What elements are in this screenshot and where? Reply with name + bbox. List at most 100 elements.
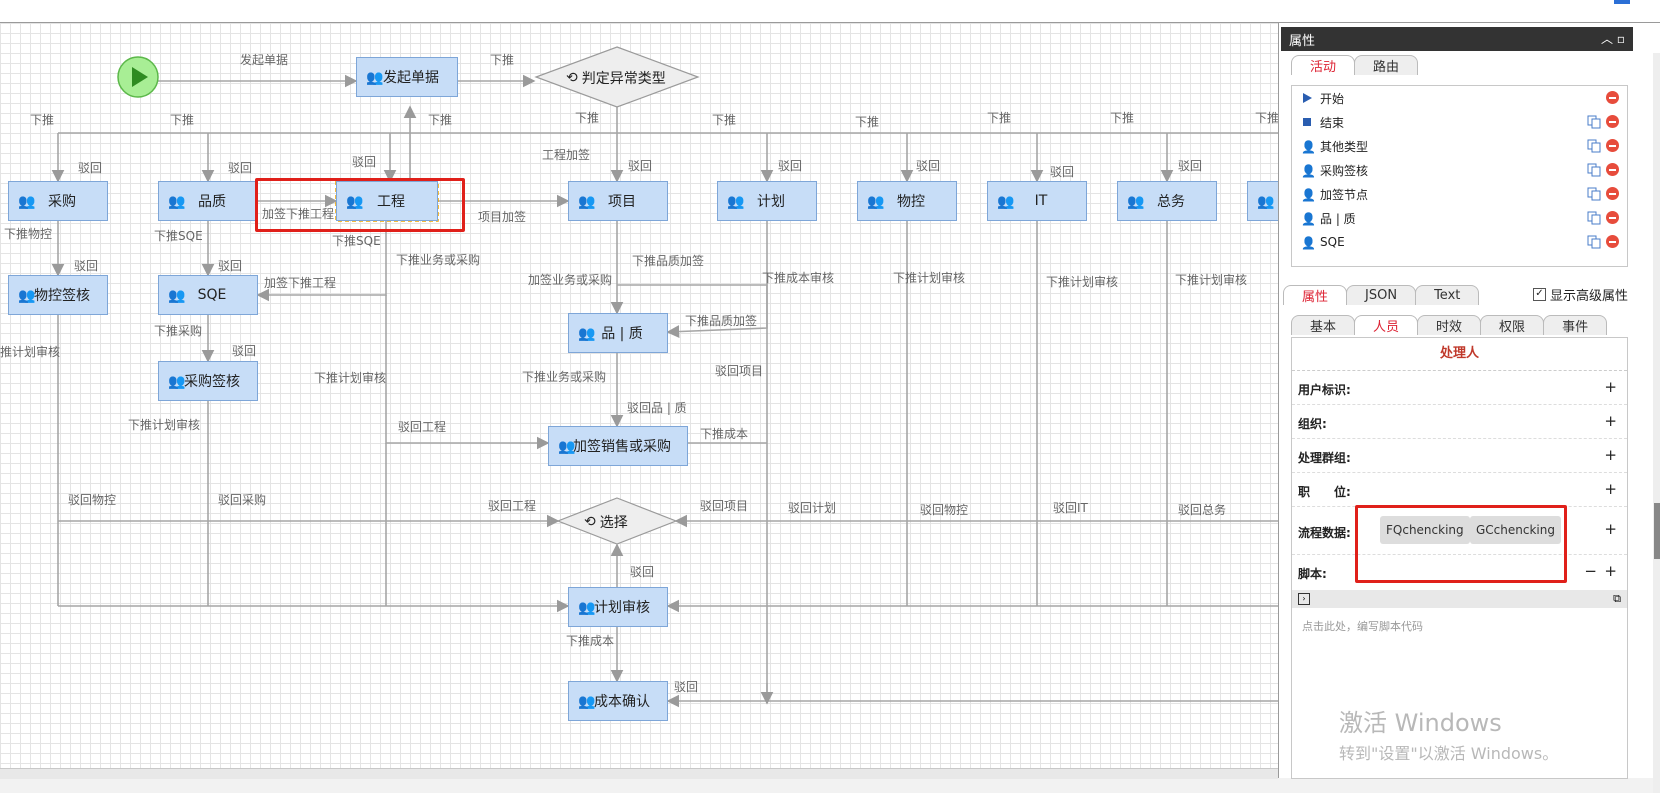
remove-icon[interactable] [1606, 187, 1619, 200]
add-icon[interactable]: + [1604, 562, 1617, 580]
add-icon[interactable]: + [1604, 412, 1617, 430]
horizontal-scrollbar[interactable] [0, 768, 1278, 779]
list-item[interactable]: 👤 加签节点 [1292, 182, 1627, 206]
tab-luyou[interactable]: 路由 [1354, 55, 1419, 75]
copy-icon[interactable] [1587, 115, 1601, 129]
terminal-icon[interactable]: › [1298, 593, 1310, 605]
copy-icon[interactable] [1587, 211, 1601, 225]
node-partial[interactable]: 👥 [1247, 181, 1278, 221]
node-it[interactable]: 👥 IT [987, 181, 1087, 221]
node-jiaqian-xiaoshou[interactable]: 👥 加签销售或采购 [548, 426, 688, 466]
tab-shixiao[interactable]: 时效 [1417, 315, 1482, 335]
list-item[interactable]: 👤 品 | 质 [1292, 206, 1627, 230]
tab-renyuan[interactable]: 人员 [1354, 315, 1419, 335]
tab-quanxian[interactable]: 权限 [1480, 315, 1545, 335]
edge-label: 下推 [30, 113, 55, 127]
remove-icon[interactable] [1606, 139, 1619, 152]
list-item[interactable]: 👤 其他类型 [1292, 134, 1627, 158]
maximize-icon[interactable]: ⧉ [1613, 592, 1621, 606]
edge-label: 下推SQE [332, 234, 381, 248]
flow-canvas[interactable]: 👥 发起单据 ⟲ 判定异常类型 👥 采购 👥 品质 👥 工程 👥 项目 👥 计划 👥 物控 👥 I… [0, 23, 1278, 768]
edge-label: 加签业务或采购 [528, 273, 613, 287]
show-advanced-checkbox[interactable]: ✓ 显示高级属性 [1533, 285, 1628, 304]
tab-json[interactable]: JSON [1346, 285, 1417, 305]
add-icon[interactable]: + [1604, 480, 1617, 498]
user-icon: 👥 [558, 439, 576, 455]
edge-label: 下推品质加签 [632, 254, 705, 268]
node-caigou[interactable]: 👥 采购 [8, 181, 108, 221]
tab-jiben[interactable]: 基本 [1291, 315, 1356, 335]
tab-huodong[interactable]: 活动 [1291, 55, 1356, 75]
route-icon: ⟲ [584, 514, 596, 530]
list-item[interactable]: 👤 SQE [1292, 230, 1627, 254]
node-wukong-qianhe[interactable]: 👥 物控签核 [8, 275, 108, 315]
edge-label: 驳回计划 [788, 501, 837, 515]
edge-label: 驳回 [1050, 165, 1075, 179]
node-faqi[interactable]: 👥 发起单据 [356, 57, 458, 97]
node-chengben-queren[interactable]: 👥 成本确认 [568, 681, 668, 721]
edge-label: 驳回 [218, 259, 243, 273]
edge-label: 驳回品 | 质 [627, 401, 687, 415]
node-jihua[interactable]: 👥 计划 [717, 181, 817, 221]
tab-text[interactable]: Text [1415, 285, 1480, 305]
copy-icon[interactable] [1587, 187, 1601, 201]
edge-label: 下推 [170, 113, 195, 127]
script-editor[interactable]: 点击此处，编写脚本代码 [1302, 618, 1423, 634]
user-icon: 👤 [1301, 164, 1316, 178]
user-icon: 👥 [18, 288, 36, 304]
property-tabs: 属性 JSON Text [1283, 285, 1480, 305]
edge-label: 驳回 [630, 565, 655, 579]
edge-label: 下推计划审核 [128, 418, 201, 432]
edge-label: 下推 [987, 111, 1012, 125]
remove-icon[interactable] [1606, 115, 1619, 128]
edge-label: 工程加签 [542, 148, 591, 162]
edge-label: 驳回项目 [700, 499, 749, 513]
remove-icon[interactable] [1606, 211, 1619, 224]
tab-shijian[interactable]: 事件 [1543, 315, 1608, 335]
tab-shuxing[interactable]: 属性 [1283, 285, 1348, 305]
node-jihua-shenhe[interactable]: 👥 计划审核 [568, 587, 668, 627]
edge-label: 项目加签 [478, 210, 527, 224]
checkbox-icon[interactable]: ✓ [1533, 288, 1546, 301]
copy-icon[interactable] [1587, 163, 1601, 177]
remove-icon[interactable] [1606, 163, 1619, 176]
list-item[interactable]: 👤 采购签核 [1292, 158, 1627, 182]
user-icon: 👥 [168, 374, 186, 390]
activity-list[interactable]: 开始 结束 👤 其他类型 👤 采购签核 👤 加签节点 👤 品 | 质 👤 SQE [1291, 85, 1628, 267]
node-caigou-qianhe[interactable]: 👥 采购签核 [158, 361, 258, 401]
node-pin-zhi[interactable]: 👥 品 | 质 [568, 313, 668, 353]
node-sqe[interactable]: 👥 SQE [158, 275, 258, 315]
user-icon: 👥 [578, 194, 596, 210]
node-zongwu[interactable]: 👥 总务 [1117, 181, 1217, 221]
route-icon: ⟲ [566, 70, 578, 86]
user-icon: 👥 [366, 70, 384, 86]
edge-label: 下推SQE [154, 229, 203, 243]
edge-label: 下推计划审核 [314, 371, 387, 385]
list-item[interactable]: 结束 [1292, 110, 1627, 134]
copy-icon[interactable] [1587, 139, 1601, 153]
row-position: 职 位: + [1292, 474, 1627, 507]
user-icon: 👤 [1301, 188, 1316, 202]
sub-tabs: 基本 人员 时效 权限 事件 [1291, 315, 1608, 335]
add-icon[interactable]: + [1604, 520, 1617, 538]
user-icon: 👥 [578, 326, 596, 342]
decision-label-xuanze: ⟲ 选择 [584, 514, 628, 531]
remove-icon[interactable] [1606, 235, 1619, 248]
panel-scrollbar[interactable] [1653, 53, 1660, 793]
user-icon: 👤 [1301, 212, 1316, 226]
add-icon[interactable]: + [1604, 446, 1617, 464]
add-icon[interactable]: + [1604, 378, 1617, 396]
remove-icon[interactable] [1606, 91, 1619, 104]
properties-panel: 属性 ︿ ▫ 活动 路由 开始 结束 👤 其他类型 👤 采购签核 👤 加签节点 👤 品 … [1278, 23, 1660, 793]
user-icon: 👥 [18, 194, 36, 210]
activation-watermark: 激活 Windows 转到"设置"以激活 Windows。 [1339, 709, 1559, 763]
copy-icon[interactable] [1587, 235, 1601, 249]
collapse-icon[interactable]: ︿ ▫ [1601, 30, 1625, 47]
node-wukong[interactable]: 👥 物控 [857, 181, 957, 221]
node-pinzhi[interactable]: 👥 品质 [158, 181, 258, 221]
user-icon: 👥 [727, 194, 745, 210]
list-item[interactable]: 开始 [1292, 86, 1627, 110]
remove-icon[interactable]: − [1584, 562, 1597, 580]
node-xiangmu[interactable]: 👥 项目 [568, 181, 668, 221]
edge-label: 驳回 [1178, 159, 1203, 173]
